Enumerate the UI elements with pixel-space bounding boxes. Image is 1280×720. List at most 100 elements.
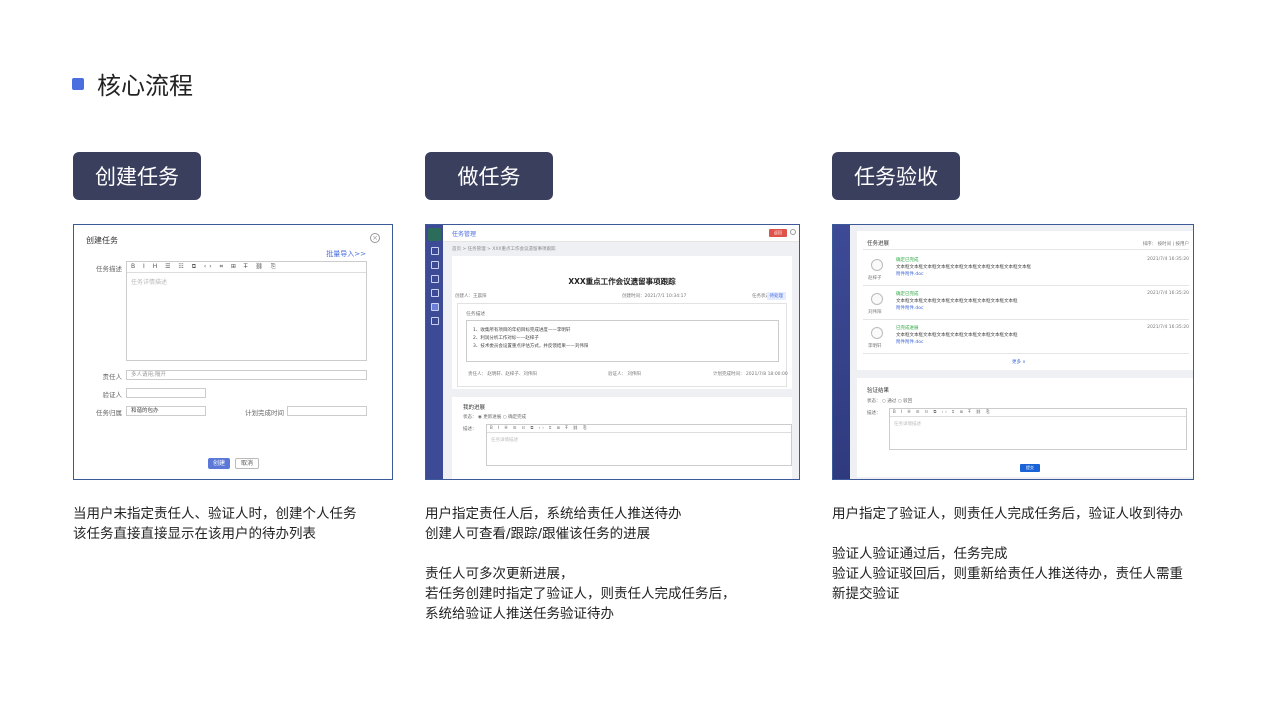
attribution-select[interactable]: 和谐的包办: [126, 406, 206, 416]
progress-list-card: 任务进展 排序： 按时间 | 按用户 赵梓子 确定已完成 2021/7/4 16…: [857, 231, 1193, 370]
entry-time: 2021/7/4 16:35:20: [1147, 257, 1189, 262]
entry-file-link[interactable]: 附件附件.doc: [896, 339, 924, 345]
progress-list-title: 任务进展: [867, 241, 890, 247]
entry-tag: 确定已完成: [896, 258, 919, 263]
app-logo: [428, 228, 441, 241]
desc-list-box: 1、收集所有项目的年初目标完成进度——李明轩 2、利润分析工作对标——赵梓子 3…: [466, 320, 779, 362]
desc-line: 用户指定责任人后，系统给责任人推送待办: [425, 506, 682, 522]
progress-editor-toolbar[interactable]: B I H ☰ ☷ ⧉ ‹› ⌗ ⊞ T̶ ⛓ ⎘: [487, 425, 791, 433]
user-icon[interactable]: [430, 275, 439, 283]
entry-time: 2021/7/4 16:35:20: [1147, 291, 1189, 296]
app-sidebar: [833, 225, 850, 479]
verify-title: 验证结果: [867, 388, 890, 394]
accept-content: 任务进展 排序： 按时间 | 按用户 赵梓子 确定已完成 2021/7/4 16…: [850, 225, 1193, 479]
close-icon[interactable]: ×: [370, 233, 380, 243]
task-created-time: 创建时间：2021/7/1 10:34:17: [622, 294, 687, 299]
editor-toolbar[interactable]: B I H ☰ ☷ ⧉ ‹› ⌗ ⊞ T̶ ⛓ ⎘: [127, 262, 366, 273]
entry-file-link[interactable]: 附件附件.doc: [896, 271, 924, 277]
progress-editor[interactable]: B I H ☰ ☷ ⧉ ‹› ⌗ ⊞ T̶ ⛓ ⎘ 任务详情描述: [486, 424, 792, 466]
desc-line: 验证人验证通过后，任务完成: [832, 546, 1008, 562]
section-header: 核心流程: [72, 66, 193, 101]
entry-tag: 确定已完成: [896, 292, 919, 297]
section-title: 核心流程: [97, 72, 193, 100]
bullet-square-icon: [72, 77, 84, 90]
verifier-input[interactable]: [126, 388, 206, 398]
verify-editor[interactable]: B I H ☰ ☷ ⧉ ‹› ⌗ ⊞ T̶ ⛓ ⎘ 任务详情描述: [889, 408, 1187, 450]
entry-time: 2021/7/4 16:35:20: [1147, 325, 1189, 330]
desc-title: 任务描述: [466, 312, 486, 317]
app-topbar: 任务管理 返回: [443, 225, 799, 242]
do-task-screenshot: 任务管理 返回 首页 > 任务管理 > XXX重点工作会议遗留事项跟踪 XXX重…: [425, 224, 800, 480]
entry-text: 文本框文本框文本框文本框文本框文本框文本框文本框文本框: [896, 299, 1018, 304]
desc-label: 任务描述: [96, 265, 122, 273]
desc-item: 1、收集所有项目的年初目标完成进度——李明轩: [473, 328, 571, 333]
settings-icon[interactable]: [790, 229, 796, 235]
message-icon[interactable]: [430, 261, 439, 269]
dialog-title: 创建任务: [86, 236, 118, 245]
verifier-text: 验证人： 刘伟阳: [608, 372, 641, 377]
verify-editor-toolbar[interactable]: B I H ☰ ☷ ⧉ ‹› ⌗ ⊞ T̶ ⛓ ⎘: [890, 409, 1186, 417]
task-icon[interactable]: [430, 303, 439, 311]
entry-name: 李明轩: [868, 344, 882, 349]
verify-card: 验证结果 状态： ○ 通过 ○ 驳回 描述： B I H ☰ ☷ ⧉ ‹› ⌗ …: [857, 378, 1193, 477]
desc-col-accept: 用户指定了验证人，则责任人完成任务后，验证人收到待办 验证人验证通过后，任务完成…: [832, 504, 1183, 604]
my-progress-card: 我的进展 状态： ◉ 更新进展 ○ 确定完成 描述： B I H ☰ ☷ ⧉ ‹…: [452, 397, 792, 479]
home-icon[interactable]: [430, 247, 439, 255]
accept-task-screenshot: 任务进展 排序： 按时间 | 按用户 赵梓子 确定已完成 2021/7/4 16…: [832, 224, 1194, 480]
verify-options[interactable]: 状态： ○ 通过 ○ 驳回: [867, 398, 912, 404]
attribution-value: 和谐的包办: [131, 408, 159, 414]
owner-label: 责任人: [102, 373, 123, 381]
desc-item: 2、利润分析工作对标——赵梓子: [473, 336, 539, 341]
batch-import-link[interactable]: 批量导入>>: [326, 249, 366, 259]
avatar: [871, 327, 883, 339]
desc-line: 创建人可查看/跟踪/跟催该任务的进展: [425, 526, 651, 542]
more-link[interactable]: 更多 ∨: [1012, 359, 1026, 365]
desc-line: 验证人验证驳回后，则重新给责任人推送待办，责任人需重: [832, 566, 1183, 582]
task-creator: 创建人：王晨阳: [455, 294, 487, 299]
desc-line: 该任务直接直接显示在该用户的待办列表: [73, 526, 316, 542]
app-name: 任务管理: [452, 231, 477, 238]
step-create-task: 创建任务: [73, 152, 201, 200]
divider: [863, 285, 1189, 286]
breadcrumb[interactable]: 首页 > 任务管理 > XXX重点工作会议遗留事项跟踪: [452, 246, 556, 252]
owners-text: 责任人： 赵明轩、赵梓子、刘伟阳: [468, 372, 537, 377]
progress-status-options[interactable]: 状态： ◉ 更新进展 ○ 确定完成: [463, 414, 526, 420]
entry-text: 文本框文本框文本框文本框文本框文本框文本框文本框文本框文本框: [896, 265, 1031, 270]
status-badge: 待处理: [766, 292, 786, 300]
avatar: [871, 293, 883, 305]
create-button[interactable]: 创建: [208, 458, 230, 469]
desc-editor[interactable]: B I H ☰ ☷ ⧉ ‹› ⌗ ⊞ T̶ ⛓ ⎘ 任务详情描述: [126, 261, 367, 361]
verify-desc-label: 描述：: [867, 411, 881, 416]
desc-placeholder: 任务详情描述: [131, 279, 168, 286]
task-title: XXX重点工作会议遗留事项跟踪: [568, 277, 676, 286]
due-date-input[interactable]: [287, 406, 367, 416]
progress-desc-label: 描述：: [463, 427, 477, 432]
divider: [863, 353, 1189, 354]
divider: [863, 319, 1189, 320]
attribution-label: 任务归属: [96, 409, 122, 417]
desc-item: 3、技术委员会设置重点评估方式，并反馈结果——刘伟阳: [473, 344, 589, 349]
calendar-icon[interactable]: [430, 289, 439, 297]
verify-submit-button[interactable]: 提交: [1020, 464, 1040, 472]
entry-file-link[interactable]: 附件附件.doc: [896, 305, 924, 311]
task-content: 首页 > 任务管理 > XXX重点工作会议遗留事项跟踪 XXX重点工作会议遗留事…: [443, 242, 799, 479]
sort-filter[interactable]: 排序： 按时间 | 按用户: [1143, 241, 1189, 247]
divider: [863, 249, 1189, 250]
app-sidebar: [426, 225, 443, 479]
desc-col-do: 用户指定责任人后，系统给责任人推送待办 创建人可查看/跟踪/跟催该任务的进展 责…: [425, 504, 736, 624]
entry-text: 文本框文本框文本框文本框文本框文本框文本框文本框文本框: [896, 333, 1018, 338]
due-label: 计划完成时间: [245, 409, 284, 417]
desc-line: 用户指定了验证人，则责任人完成任务后，验证人收到待办: [832, 506, 1183, 522]
owner-placeholder: 多人请用;隔开: [131, 372, 166, 378]
verifier-label: 验证人: [102, 391, 123, 399]
desc-line: 若任务创建时指定了验证人，则责任人完成任务后，: [425, 586, 736, 602]
desc-col-create: 当用户未指定责任人、验证人时，创建个人任务 该任务直接直接显示在该用户的待办列表: [73, 504, 357, 544]
owner-input[interactable]: 多人请用;隔开: [126, 370, 367, 380]
progress-title: 我的进展: [463, 405, 486, 411]
slide: 核心流程 创建任务 做任务 任务验收 创建任务 × 批量导入>> 任务描述 B …: [0, 0, 1280, 720]
chart-icon[interactable]: [430, 317, 439, 325]
step-accept-task: 任务验收: [832, 152, 960, 200]
cancel-button[interactable]: 取消: [235, 458, 259, 469]
top-red-button[interactable]: 返回: [769, 229, 787, 237]
entry-tag: 已完成进展: [896, 326, 919, 331]
